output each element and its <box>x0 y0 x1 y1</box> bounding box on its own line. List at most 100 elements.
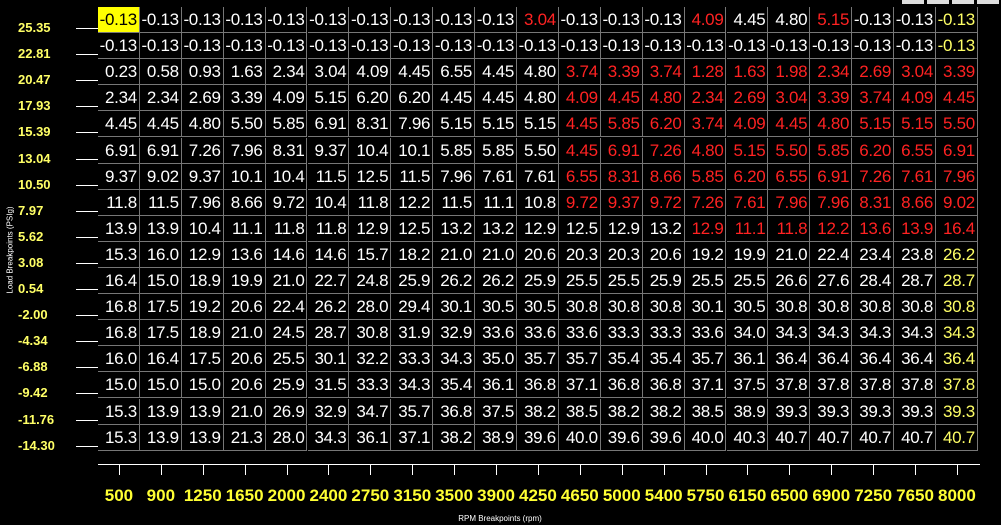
table-cell-r9-c14[interactable]: 19.2 <box>684 241 727 268</box>
table-cell-r4-c2[interactable]: 4.80 <box>181 111 224 138</box>
table-cell-r8-c12[interactable]: 12.9 <box>600 215 643 242</box>
table-cell-r5-c8[interactable]: 5.85 <box>433 137 476 164</box>
table-cell-r16-c2[interactable]: 13.9 <box>181 424 224 451</box>
load-breakpoint-label[interactable]: -4.34 <box>18 334 60 348</box>
table-cell-r7-c8[interactable]: 11.5 <box>433 189 476 216</box>
table-cell-r4-c5[interactable]: 6.91 <box>307 111 350 138</box>
table-cell-r2-c8[interactable]: 6.55 <box>433 59 476 86</box>
table-cell-r5-c1[interactable]: 6.91 <box>139 137 182 164</box>
table-cell-r1-c20[interactable]: -0.13 <box>936 33 978 60</box>
table-cell-r5-c20[interactable]: 6.91 <box>936 137 978 164</box>
table-cell-r7-c6[interactable]: 11.8 <box>349 189 392 216</box>
table-cell-r5-c9[interactable]: 5.85 <box>475 137 517 164</box>
table-cell-r9-c12[interactable]: 20.3 <box>600 241 643 268</box>
table-cell-r15-c3[interactable]: 21.0 <box>223 398 266 425</box>
table-cell-r16-c15[interactable]: 40.3 <box>726 424 769 451</box>
table-cell-r3-c16[interactable]: 3.04 <box>768 85 811 112</box>
table-cell-r14-c19[interactable]: 37.8 <box>894 372 936 399</box>
table-cell-r9-c17[interactable]: 22.4 <box>810 241 853 268</box>
table-cell-r15-c19[interactable]: 39.3 <box>894 398 936 425</box>
table-cell-r15-c15[interactable]: 38.9 <box>726 398 769 425</box>
table-cell-r5-c0[interactable]: 6.91 <box>98 137 140 164</box>
table-cell-r4-c15[interactable]: 4.09 <box>726 111 769 138</box>
table-cell-r2-c2[interactable]: 0.93 <box>181 59 224 86</box>
table-cell-r4-c8[interactable]: 5.15 <box>433 111 476 138</box>
table-cell-r15-c11[interactable]: 38.5 <box>558 398 601 425</box>
table-cell-r2-c3[interactable]: 1.63 <box>223 59 266 86</box>
table-cell-r3-c6[interactable]: 6.20 <box>349 85 392 112</box>
table-cell-r12-c15[interactable]: 34.0 <box>726 320 769 347</box>
table-cell-r8-c14[interactable]: 12.9 <box>684 215 727 242</box>
table-cell-r10-c8[interactable]: 26.2 <box>433 268 476 295</box>
table-cell-r3-c17[interactable]: 3.39 <box>810 85 853 112</box>
table-cell-r14-c14[interactable]: 37.1 <box>684 372 727 399</box>
table-cell-r10-c13[interactable]: 25.9 <box>642 268 685 295</box>
table-cell-r12-c11[interactable]: 33.6 <box>558 320 601 347</box>
table-cell-r15-c9[interactable]: 37.5 <box>475 398 517 425</box>
rpm-breakpoint-label[interactable]: 6500 <box>767 486 811 506</box>
table-cell-r7-c10[interactable]: 10.8 <box>517 189 559 216</box>
table-cell-r0-c10[interactable]: 3.04 <box>517 7 559 34</box>
table-cell-r11-c3[interactable]: 20.6 <box>223 294 266 321</box>
table-cell-r4-c6[interactable]: 8.31 <box>349 111 392 138</box>
load-breakpoint-label[interactable]: 20.47 <box>18 73 60 87</box>
table-cell-r0-c1[interactable]: -0.13 <box>139 7 182 34</box>
rpm-breakpoint-label[interactable]: 7250 <box>851 486 895 506</box>
table-cell-r13-c5[interactable]: 30.1 <box>307 346 350 373</box>
table-cell-r8-c18[interactable]: 13.6 <box>852 215 895 242</box>
load-breakpoint-label[interactable]: 25.35 <box>18 21 60 35</box>
table-cell-r15-c4[interactable]: 26.9 <box>265 398 308 425</box>
table-cell-r16-c14[interactable]: 40.0 <box>684 424 727 451</box>
table-cell-r6-c3[interactable]: 10.1 <box>223 163 266 190</box>
load-breakpoint-label[interactable]: 0.54 <box>18 282 60 296</box>
load-breakpoint-label[interactable]: -9.42 <box>18 386 60 400</box>
table-cell-r9-c15[interactable]: 19.9 <box>726 241 769 268</box>
table-cell-r0-c11[interactable]: -0.13 <box>558 7 601 34</box>
table-cell-r7-c7[interactable]: 12.2 <box>391 189 434 216</box>
table-cell-r10-c16[interactable]: 26.6 <box>768 268 811 295</box>
table-cell-r6-c11[interactable]: 6.55 <box>558 163 601 190</box>
table-cell-r13-c17[interactable]: 36.4 <box>810 346 853 373</box>
table-cell-r1-c4[interactable]: -0.13 <box>265 33 308 60</box>
table-cell-r9-c16[interactable]: 21.0 <box>768 241 811 268</box>
table-cell-r1-c10[interactable]: -0.13 <box>517 33 559 60</box>
table-cell-r1-c0[interactable]: -0.13 <box>98 33 140 60</box>
table-cell-r3-c20[interactable]: 4.45 <box>936 85 978 112</box>
table-cell-r0-c4[interactable]: -0.13 <box>265 7 308 34</box>
table-cell-r8-c0[interactable]: 13.9 <box>98 215 140 242</box>
table-cell-r8-c5[interactable]: 11.8 <box>307 215 350 242</box>
table-cell-r7-c15[interactable]: 7.61 <box>726 189 769 216</box>
table-cell-r8-c8[interactable]: 13.2 <box>433 215 476 242</box>
table-cell-r4-c17[interactable]: 4.80 <box>810 111 853 138</box>
table-cell-r3-c15[interactable]: 2.69 <box>726 85 769 112</box>
table-cell-r3-c11[interactable]: 4.09 <box>558 85 601 112</box>
table-cell-r13-c13[interactable]: 35.4 <box>642 346 685 373</box>
table-cell-r15-c6[interactable]: 34.7 <box>349 398 392 425</box>
table-cell-r4-c7[interactable]: 7.96 <box>391 111 434 138</box>
table-cell-r10-c1[interactable]: 15.0 <box>139 268 182 295</box>
load-breakpoint-label[interactable]: 13.04 <box>18 151 60 166</box>
table-cell-r12-c4[interactable]: 24.5 <box>265 320 308 347</box>
table-cell-r3-c1[interactable]: 2.34 <box>139 85 182 112</box>
table-cell-r12-c17[interactable]: 34.3 <box>810 320 853 347</box>
rpm-breakpoint-label[interactable]: 1650 <box>223 486 267 506</box>
table-cell-r16-c19[interactable]: 40.7 <box>894 424 936 451</box>
table-cell-r6-c16[interactable]: 6.55 <box>768 163 811 190</box>
table-cell-r13-c12[interactable]: 35.4 <box>600 346 643 373</box>
table-cell-r8-c11[interactable]: 12.5 <box>558 215 601 242</box>
table-cell-r1-c15[interactable]: -0.13 <box>726 33 769 60</box>
table-cell-r5-c19[interactable]: 6.55 <box>894 137 936 164</box>
table-cell-r8-c13[interactable]: 13.2 <box>642 215 685 242</box>
table-cell-r0-c16[interactable]: 4.80 <box>768 7 811 34</box>
rpm-breakpoint-label[interactable]: 6900 <box>809 486 853 506</box>
rpm-breakpoint-label[interactable]: 2000 <box>265 486 309 506</box>
table-cell-r1-c3[interactable]: -0.13 <box>223 33 266 60</box>
table-cell-r16-c8[interactable]: 38.2 <box>433 424 476 451</box>
table-cell-r5-c4[interactable]: 8.31 <box>265 137 308 164</box>
table-cell-r14-c10[interactable]: 36.8 <box>517 372 559 399</box>
table-cell-r4-c16[interactable]: 4.45 <box>768 111 811 138</box>
table-cell-r3-c9[interactable]: 4.45 <box>475 85 517 112</box>
table-cell-r6-c13[interactable]: 8.66 <box>642 163 685 190</box>
table-cell-r6-c1[interactable]: 9.02 <box>139 163 182 190</box>
table-cell-r12-c9[interactable]: 33.6 <box>475 320 517 347</box>
